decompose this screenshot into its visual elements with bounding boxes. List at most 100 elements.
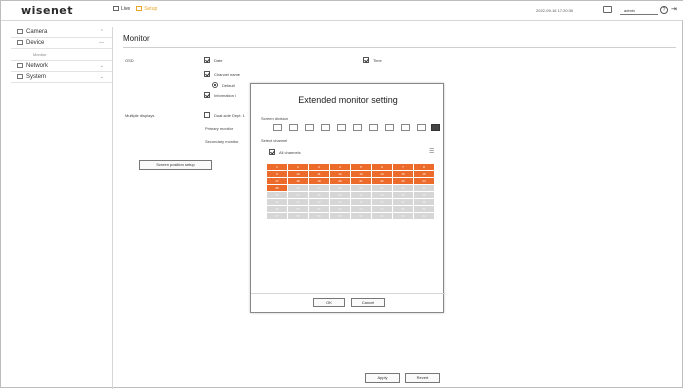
channel-cell[interactable]: 50 xyxy=(288,206,309,213)
channel-cell[interactable]: 31 xyxy=(393,185,414,192)
channel-name-checkbox[interactable] xyxy=(204,71,210,77)
channel-cell[interactable]: 21 xyxy=(351,178,372,185)
channel-cell[interactable]: 9 xyxy=(267,171,288,178)
channel-cell[interactable]: 29 xyxy=(351,185,372,192)
split-49-icon[interactable] xyxy=(417,124,426,131)
channel-cell[interactable]: 56 xyxy=(414,206,435,213)
channel-cell[interactable]: 42 xyxy=(288,199,309,206)
channel-cell[interactable]: 13 xyxy=(351,171,372,178)
hdd-icon[interactable] xyxy=(603,6,612,13)
date-checkbox[interactable] xyxy=(204,57,210,63)
split-1-icon[interactable] xyxy=(273,124,282,131)
channel-cell[interactable]: 32 xyxy=(414,185,435,192)
split-13-icon[interactable] xyxy=(353,124,362,131)
channel-cell[interactable]: 20 xyxy=(330,178,351,185)
channel-cell[interactable]: 1 xyxy=(267,164,288,171)
channel-cell[interactable]: 60 xyxy=(330,213,351,220)
channel-cell[interactable]: 55 xyxy=(393,206,414,213)
information-checkbox[interactable] xyxy=(204,92,210,98)
logout-icon[interactable]: ⇥ xyxy=(671,6,680,14)
channel-cell[interactable]: 17 xyxy=(267,178,288,185)
split-6-icon[interactable] xyxy=(305,124,314,131)
channel-cell[interactable]: 47 xyxy=(393,199,414,206)
channel-cell[interactable]: 57 xyxy=(267,213,288,220)
sidebar-item-network[interactable]: Network ⌄ xyxy=(11,61,112,72)
channel-cell[interactable]: 22 xyxy=(372,178,393,185)
channel-cell[interactable]: 12 xyxy=(330,171,351,178)
channel-cell[interactable]: 52 xyxy=(330,206,351,213)
channel-cell[interactable]: 4 xyxy=(330,164,351,171)
list-view-icon[interactable]: ☰ xyxy=(429,148,434,155)
channel-cell[interactable]: 61 xyxy=(351,213,372,220)
channel-cell[interactable]: 6 xyxy=(372,164,393,171)
channel-cell[interactable]: 23 xyxy=(393,178,414,185)
time-checkbox[interactable] xyxy=(363,57,369,63)
channel-cell[interactable]: 7 xyxy=(393,164,414,171)
channel-cell[interactable]: 43 xyxy=(309,199,330,206)
channel-cell[interactable]: 33 xyxy=(267,192,288,199)
channel-cell[interactable]: 37 xyxy=(351,192,372,199)
channel-cell[interactable]: 41 xyxy=(267,199,288,206)
channel-cell[interactable]: 25 xyxy=(267,185,288,192)
sidebar-subitem-monitor[interactable]: Monitor xyxy=(11,49,112,61)
dual-checkbox[interactable] xyxy=(204,112,210,118)
channel-cell[interactable]: 26 xyxy=(288,185,309,192)
revert-button[interactable]: Revert xyxy=(405,373,440,383)
channel-cell[interactable]: 28 xyxy=(330,185,351,192)
sidebar-item-device[interactable]: Device — xyxy=(11,38,112,49)
channel-cell[interactable]: 48 xyxy=(414,199,435,206)
channel-cell[interactable]: 39 xyxy=(393,192,414,199)
channel-cell[interactable]: 30 xyxy=(372,185,393,192)
sidebar-item-system[interactable]: System ⌄ xyxy=(11,72,112,83)
channel-cell[interactable]: 19 xyxy=(309,178,330,185)
split-25-icon[interactable] xyxy=(385,124,394,131)
split-9-icon[interactable] xyxy=(337,124,346,131)
screen-division-label: Screen division xyxy=(261,116,289,121)
ok-button[interactable]: OK xyxy=(313,298,345,307)
channel-cell[interactable]: 10 xyxy=(288,171,309,178)
screen-position-setup-button[interactable]: Screen position setup xyxy=(139,160,212,170)
help-icon[interactable]: ? xyxy=(660,6,668,14)
channel-cell[interactable]: 15 xyxy=(393,171,414,178)
split-4-icon[interactable] xyxy=(289,124,298,131)
channel-cell[interactable]: 18 xyxy=(288,178,309,185)
channel-cell[interactable]: 14 xyxy=(372,171,393,178)
channel-cell[interactable]: 59 xyxy=(309,213,330,220)
channel-cell[interactable]: 24 xyxy=(414,178,435,185)
split-64-icon[interactable] xyxy=(431,124,440,131)
channel-cell[interactable]: 44 xyxy=(330,199,351,206)
user-field[interactable]: admin xyxy=(620,6,658,15)
channel-cell[interactable]: 49 xyxy=(267,206,288,213)
split-36-icon[interactable] xyxy=(401,124,410,131)
all-channels-checkbox[interactable] xyxy=(269,149,275,155)
channel-cell[interactable]: 51 xyxy=(309,206,330,213)
channel-cell[interactable]: 54 xyxy=(372,206,393,213)
channel-cell[interactable]: 2 xyxy=(288,164,309,171)
channel-cell[interactable]: 58 xyxy=(288,213,309,220)
channel-cell[interactable]: 62 xyxy=(372,213,393,220)
channel-cell[interactable]: 11 xyxy=(309,171,330,178)
channel-cell[interactable]: 40 xyxy=(414,192,435,199)
channel-cell[interactable]: 38 xyxy=(372,192,393,199)
apply-button[interactable]: Apply xyxy=(365,373,400,383)
channel-cell[interactable]: 63 xyxy=(393,213,414,220)
channel-cell[interactable]: 8 xyxy=(414,164,435,171)
channel-cell[interactable]: 5 xyxy=(351,164,372,171)
channel-cell[interactable]: 53 xyxy=(351,206,372,213)
split-16-icon[interactable] xyxy=(369,124,378,131)
channel-cell[interactable]: 3 xyxy=(309,164,330,171)
channel-cell[interactable]: 45 xyxy=(351,199,372,206)
channel-cell[interactable]: 35 xyxy=(309,192,330,199)
sidebar-item-camera[interactable]: Camera ⌃ xyxy=(11,27,112,38)
split-8-icon[interactable] xyxy=(321,124,330,131)
nav-setup[interactable]: Setup xyxy=(136,6,157,12)
default-radio[interactable] xyxy=(212,82,218,88)
nav-live[interactable]: Live xyxy=(113,6,130,12)
channel-cell[interactable]: 16 xyxy=(414,171,435,178)
channel-cell[interactable]: 27 xyxy=(309,185,330,192)
channel-cell[interactable]: 36 xyxy=(330,192,351,199)
channel-cell[interactable]: 34 xyxy=(288,192,309,199)
channel-cell[interactable]: 46 xyxy=(372,199,393,206)
cancel-button[interactable]: Cancel xyxy=(351,298,385,307)
channel-cell[interactable]: 64 xyxy=(414,213,435,220)
